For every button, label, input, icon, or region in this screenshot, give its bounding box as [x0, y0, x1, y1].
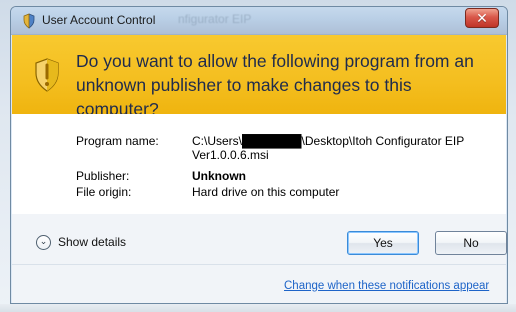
program-name-label: Program name:	[76, 134, 159, 148]
show-details-label: Show details	[58, 235, 127, 249]
close-button[interactable]: ✕	[465, 8, 499, 28]
file-origin-value: Hard drive on this computer	[192, 185, 340, 199]
change-notifications-link[interactable]: Change when these notifications appear	[284, 280, 489, 292]
uac-dialog: User Account Control nfigurator EIP ✕ Do…	[10, 6, 508, 304]
no-button[interactable]: No	[435, 231, 507, 255]
shield-warning-icon	[35, 58, 59, 92]
footer-divider	[12, 264, 506, 265]
warning-banner: Do you want to allow the following progr…	[12, 35, 506, 119]
close-icon: ✕	[476, 9, 488, 26]
publisher-label: Publisher:	[76, 169, 130, 183]
background-window-title: nfigurator EIP	[178, 12, 252, 26]
uac-shield-icon	[23, 13, 35, 29]
warning-message: Do you want to allow the following progr…	[76, 51, 474, 119]
program-name-value: C:\Users\███████\Desktop\Itoh Configurat…	[192, 134, 465, 162]
file-origin-label: File origin:	[76, 185, 132, 199]
title-bar: User Account Control nfigurator EIP ✕	[11, 7, 507, 35]
show-details-toggle[interactable]: ⌄ Show details	[36, 233, 126, 251]
details-panel: Program name: C:\Users\███████\Desktop\I…	[12, 114, 506, 214]
dialog-title: User Account Control	[42, 13, 156, 27]
chevron-down-icon: ⌄	[36, 234, 51, 250]
background-bottom-strip	[0, 304, 516, 312]
publisher-value: Unknown	[192, 169, 246, 183]
yes-button[interactable]: Yes	[347, 231, 419, 255]
screen: User Account Control nfigurator EIP ✕ Do…	[0, 0, 516, 312]
dialog-footer: ⌄ Show details Yes No Change when these …	[12, 214, 507, 303]
